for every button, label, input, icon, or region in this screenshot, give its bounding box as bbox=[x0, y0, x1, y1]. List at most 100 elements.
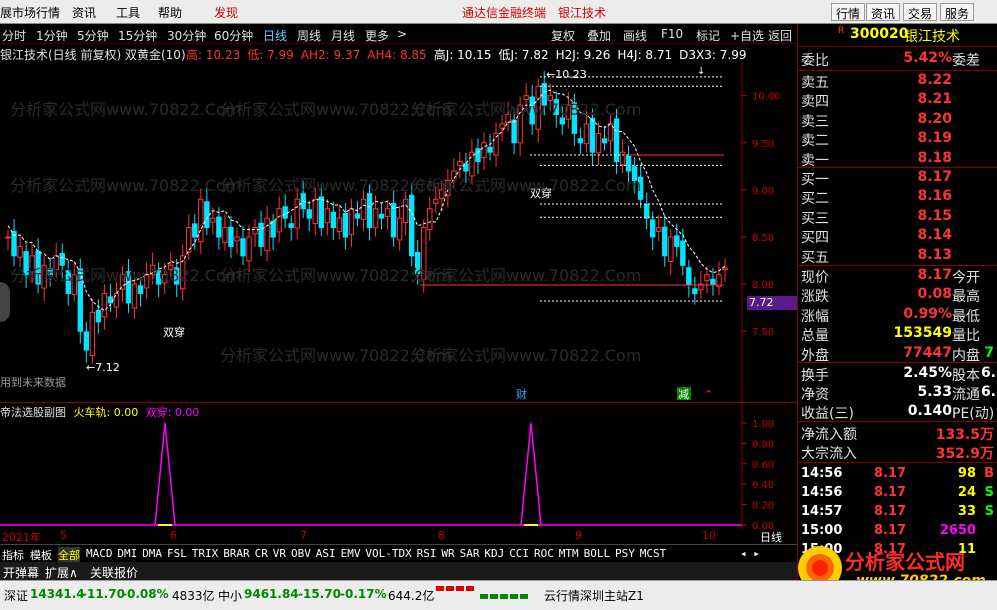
indicator-tab[interactable]: MTM bbox=[559, 547, 579, 560]
buy-row[interactable]: 买一 8.17 bbox=[798, 169, 997, 188]
indicator-tab[interactable]: MACD bbox=[86, 547, 113, 560]
scroll-arrows-icon[interactable]: ◂ ▸ bbox=[740, 547, 760, 560]
candle-body bbox=[481, 142, 487, 159]
cross-spike-1 bbox=[154, 422, 176, 526]
tab-1min[interactable]: 1分钟 bbox=[36, 27, 68, 44]
indicator-tab[interactable]: RSI bbox=[417, 547, 437, 560]
side-handle[interactable] bbox=[0, 282, 10, 322]
draw-button[interactable]: 画线 bbox=[623, 27, 647, 44]
indicator-tab[interactable]: WR bbox=[441, 547, 454, 560]
zx-value: 9461.84 bbox=[244, 587, 299, 601]
menu-help[interactable]: 帮助 bbox=[158, 4, 182, 21]
sub-indicator-chart[interactable]: 1.00 0.80 0.60 0.40 0.20 0.00 帝法选股副图 火车轨: 0.0… bbox=[0, 402, 797, 532]
indicator-tab[interactable]: VOL-TDX bbox=[365, 547, 411, 560]
indicator-tab[interactable]: 模板 bbox=[30, 547, 52, 563]
menu-bar: 展市场行情 资讯 工具 帮助 发现 通达信金融终端 银江技术 行情 资讯 交易 … bbox=[0, 0, 997, 24]
watermark: 分析家公式网www.70822.Com bbox=[410, 100, 642, 119]
sell-row[interactable]: 卖二 8.19 bbox=[798, 130, 997, 149]
candle-body bbox=[408, 194, 415, 257]
indicator-tab[interactable]: CR bbox=[255, 547, 268, 560]
sub-chart-svg[interactable]: 1.000.800.600.400.200.00 bbox=[0, 403, 797, 532]
menu-tools[interactable]: 工具 bbox=[116, 4, 140, 21]
related-quotes-tab[interactable]: 关联报价 bbox=[90, 564, 138, 581]
menu-news[interactable]: 资讯 bbox=[72, 4, 96, 21]
flow-label: 净流入额 bbox=[801, 427, 857, 443]
indicator-tab[interactable]: 全部 bbox=[58, 547, 80, 563]
sub-line2: 双穿: 0.00 bbox=[145, 406, 200, 419]
indicator-tab[interactable]: MCST bbox=[640, 547, 667, 560]
fuquan-button[interactable]: 复权 bbox=[551, 27, 575, 44]
danmu-toggle[interactable]: 开弹幕 bbox=[3, 564, 39, 581]
stat-value: 8.17 bbox=[917, 267, 952, 283]
mark-button[interactable]: 标记 bbox=[696, 27, 720, 44]
tab-more[interactable]: 更多 bbox=[365, 27, 389, 44]
sell-row[interactable]: 卖一 8.18 bbox=[798, 150, 997, 169]
indicator-tab[interactable]: DMI bbox=[117, 547, 137, 560]
indicator-tab[interactable]: PSY bbox=[615, 547, 635, 560]
kline-chart[interactable]: 10.00 9.50 9.00 8.50 8.00 7.50 ←10.23 ←7.12 双穿 双穿… bbox=[0, 62, 797, 402]
tab-weekly[interactable]: 周线 bbox=[297, 27, 321, 44]
indicator-tab[interactable]: VR bbox=[273, 547, 286, 560]
indicator-tab[interactable]: KDJ bbox=[484, 547, 504, 560]
indicator-tab[interactable]: BOLL bbox=[584, 547, 611, 560]
news-button[interactable]: 资讯 bbox=[866, 3, 901, 21]
back-button[interactable]: 返回 bbox=[768, 27, 792, 44]
stat2-label: 换手 bbox=[801, 368, 829, 384]
buy-row[interactable]: 买二 8.16 bbox=[798, 188, 997, 207]
quote-button[interactable]: 行情 bbox=[831, 3, 866, 21]
watermark: 分析家公式网www.70822.Com bbox=[410, 176, 642, 195]
chevron-right-icon[interactable]: > bbox=[397, 27, 407, 41]
tick-price: 8.17 bbox=[874, 523, 907, 538]
candle-body bbox=[324, 208, 331, 224]
down-arrow-icon: ↓ bbox=[697, 66, 705, 77]
indicator-tab[interactable]: 指标 bbox=[2, 547, 24, 563]
candle-body bbox=[722, 267, 728, 270]
candle-body bbox=[83, 331, 90, 351]
tab-fenshi[interactable]: 分时 bbox=[2, 27, 26, 44]
f10-button[interactable]: F10 bbox=[661, 27, 683, 41]
tab-60min[interactable]: 60分钟 bbox=[214, 27, 253, 44]
sell-row[interactable]: 卖五 8.22 bbox=[798, 72, 997, 91]
tab-15min[interactable]: 15分钟 bbox=[118, 27, 157, 44]
jian-marker: 减 bbox=[678, 388, 689, 401]
buy-row[interactable]: 买四 8.14 bbox=[798, 227, 997, 246]
indicator-tab[interactable]: TRIX bbox=[192, 547, 219, 560]
tab-30min[interactable]: 30分钟 bbox=[167, 27, 206, 44]
buy-price: 8.16 bbox=[917, 188, 952, 205]
overlay-button[interactable]: 叠加 bbox=[587, 27, 611, 44]
candle-body bbox=[686, 267, 692, 285]
indicator-tab[interactable]: SAR bbox=[460, 547, 480, 560]
tab-5min[interactable]: 5分钟 bbox=[77, 27, 109, 44]
y-tick-label: 9.50 bbox=[752, 139, 774, 150]
stat-extra: 7 bbox=[984, 344, 994, 361]
buy-row[interactable]: 买五 8.13 bbox=[798, 247, 997, 266]
watermark: 分析家公式网www.70822.Com bbox=[410, 266, 642, 285]
indicator-tab[interactable]: CCI bbox=[509, 547, 529, 560]
indicator-tab[interactable]: EMV bbox=[341, 547, 361, 560]
menu-discover[interactable]: 发现 bbox=[214, 4, 238, 21]
y-tick-label: 7.50 bbox=[752, 327, 774, 338]
y-tick-label: 8.50 bbox=[752, 233, 774, 244]
indicator-tab[interactable]: DMA bbox=[142, 547, 162, 560]
sell-row[interactable]: 卖四 8.21 bbox=[798, 91, 997, 110]
sell-row[interactable]: 卖三 8.20 bbox=[798, 111, 997, 130]
indicator-tab[interactable]: FSL bbox=[167, 547, 187, 560]
stat-label: 总量 bbox=[801, 328, 829, 345]
indicator-tab[interactable]: ROC bbox=[534, 547, 554, 560]
sub-tick-label: 0.60 bbox=[752, 460, 774, 471]
add-watchlist-button[interactable]: +自选 bbox=[730, 27, 764, 44]
expand-toggle[interactable]: 扩展∧ bbox=[45, 564, 78, 581]
menu-market[interactable]: 展市场行情 bbox=[0, 4, 60, 21]
candle-body bbox=[5, 236, 11, 239]
tab-daily[interactable]: 日线 bbox=[263, 27, 287, 44]
buy-label: 买三 bbox=[801, 210, 829, 227]
indicator-tab[interactable]: BRAR bbox=[223, 547, 250, 560]
tab-monthly[interactable]: 月线 bbox=[331, 27, 355, 44]
service-button[interactable]: 服务 bbox=[940, 3, 975, 21]
indicator-tab[interactable]: OBV bbox=[291, 547, 311, 560]
indicator-tab[interactable]: ASI bbox=[316, 547, 336, 560]
buy-row[interactable]: 买三 8.15 bbox=[798, 208, 997, 227]
candle-body bbox=[595, 132, 602, 154]
candle-body bbox=[294, 198, 300, 229]
trade-button[interactable]: 交易 bbox=[903, 3, 938, 21]
